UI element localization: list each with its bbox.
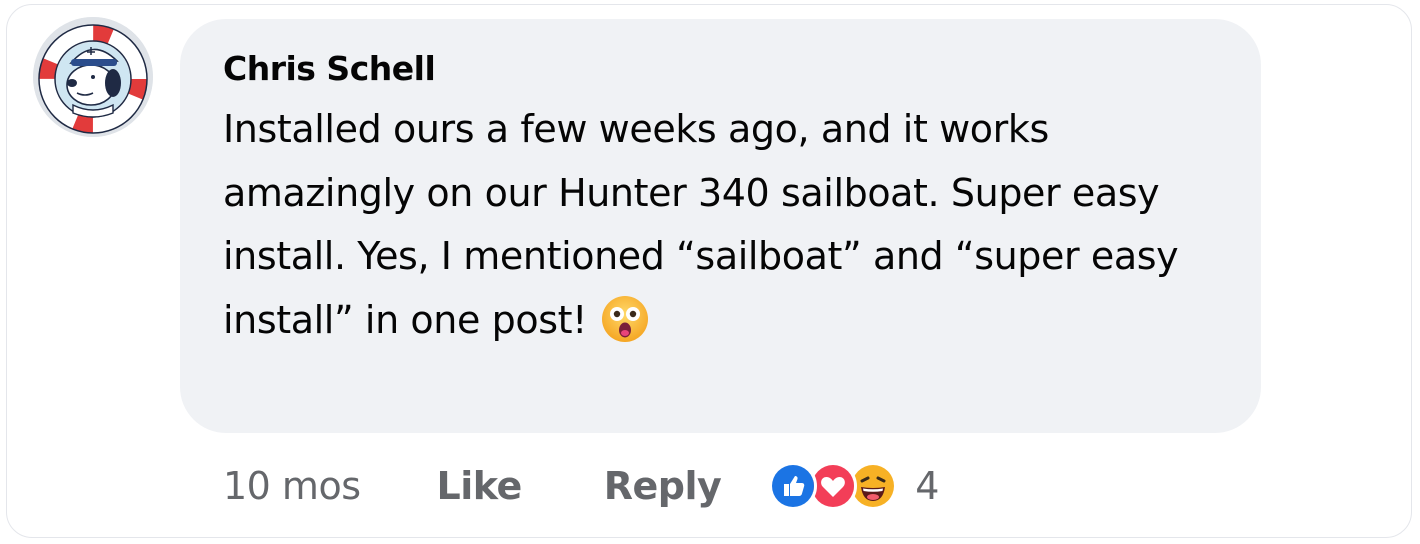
like-button[interactable]: Like (437, 464, 523, 508)
comment-body: Installed ours a few weeks ago, and it w… (223, 98, 1183, 352)
comment-actions: 10 mos Like Reply 4 (223, 458, 939, 514)
astonished-face-emoji-icon (601, 295, 649, 343)
comment-timestamp[interactable]: 10 mos (223, 464, 361, 508)
reaction-count: 4 (915, 464, 940, 508)
reply-button[interactable]: Reply (604, 464, 722, 508)
comment-author[interactable]: Chris Schell (223, 49, 1217, 89)
snoopy-sailor-icon (33, 17, 153, 137)
comment-text: Installed ours a few weeks ago, and it w… (223, 107, 1179, 342)
reactions-summary[interactable]: 4 (769, 462, 939, 510)
comment-bubble: Chris Schell Installed ours a few weeks … (180, 19, 1261, 433)
avatar[interactable] (33, 17, 153, 137)
like-icon (769, 462, 818, 510)
